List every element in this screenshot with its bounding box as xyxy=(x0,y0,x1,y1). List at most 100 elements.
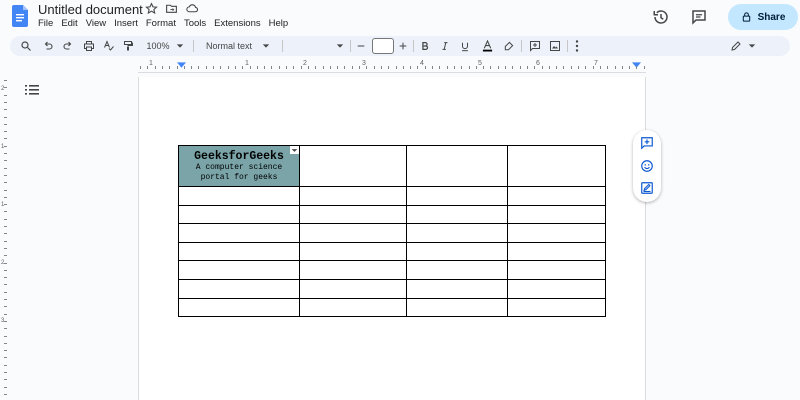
print-button[interactable] xyxy=(81,36,97,56)
ruler-tick xyxy=(4,364,7,366)
search-icon xyxy=(21,41,31,51)
menu-edit[interactable]: Edit xyxy=(57,17,81,31)
star-icon[interactable] xyxy=(145,2,159,16)
table-cell[interactable] xyxy=(507,204,606,225)
emoji-icon[interactable] xyxy=(640,159,654,173)
table-cell[interactable] xyxy=(507,278,606,299)
ruler-tick xyxy=(300,66,302,69)
highlight-button[interactable] xyxy=(500,36,516,56)
text-color-button[interactable] xyxy=(479,36,495,56)
ruler-tick xyxy=(4,218,7,220)
ruler-number: 6 xyxy=(536,60,540,67)
ruler-tick xyxy=(475,66,477,69)
redo-button[interactable] xyxy=(60,36,76,56)
spellcheck-button[interactable] xyxy=(101,36,117,56)
document-table[interactable]: GeeksforGeeks A computer science portal … xyxy=(178,145,606,318)
ruler-number: 7 xyxy=(594,60,598,67)
horizontal-ruler[interactable]: 1 1 2 3 4 5 6 7 xyxy=(138,60,646,72)
ruler-tick xyxy=(4,357,7,359)
ruler-tick xyxy=(4,138,7,140)
style-select[interactable]: Normal text xyxy=(198,36,278,56)
table-cell[interactable] xyxy=(406,297,508,318)
ruler-tick xyxy=(4,284,7,286)
docs-logo-icon[interactable] xyxy=(12,5,28,27)
table-cell[interactable] xyxy=(178,223,300,243)
vertical-ruler[interactable]: 2 1 1 2 3 xyxy=(0,78,10,400)
table-cell[interactable] xyxy=(406,278,508,299)
paint-format-button[interactable] xyxy=(120,36,136,56)
table-cell[interactable] xyxy=(507,297,606,318)
menu-format[interactable]: Format xyxy=(142,17,180,31)
more-options-button[interactable] xyxy=(570,36,584,56)
share-button[interactable]: Share xyxy=(728,4,798,30)
table-cell[interactable] xyxy=(178,204,300,225)
cloud-status-icon[interactable] xyxy=(185,2,199,16)
ruler-tick xyxy=(4,182,7,184)
table-cell[interactable] xyxy=(406,204,508,225)
suggest-edit-icon[interactable] xyxy=(640,181,654,195)
ruler-tick xyxy=(4,269,7,271)
menu-tools[interactable]: Tools xyxy=(180,17,210,31)
folder-move-icon[interactable] xyxy=(165,2,179,16)
increase-font-size-button[interactable] xyxy=(396,36,410,56)
outline-icon[interactable] xyxy=(25,84,39,96)
table-cell[interactable] xyxy=(299,145,407,187)
history-icon[interactable] xyxy=(652,8,670,26)
table-cell[interactable] xyxy=(507,145,606,187)
ruler-tick xyxy=(497,66,499,69)
table-cell[interactable] xyxy=(406,186,508,206)
table-cell[interactable] xyxy=(299,204,407,225)
font-size-input[interactable] xyxy=(372,38,394,54)
table-cell[interactable] xyxy=(507,260,606,280)
table-cell[interactable] xyxy=(178,241,300,262)
undo-button[interactable] xyxy=(40,36,56,56)
share-label: Share xyxy=(757,11,786,23)
table-cell[interactable] xyxy=(299,241,407,262)
ruler-tick xyxy=(373,66,375,69)
editing-mode-button[interactable] xyxy=(728,36,758,56)
table-cell[interactable] xyxy=(178,278,300,299)
ruler-tick xyxy=(329,66,331,69)
table-cell[interactable] xyxy=(406,241,508,262)
table-cell[interactable] xyxy=(406,260,508,280)
chevron-down-icon xyxy=(748,44,756,48)
menu-extensions[interactable]: Extensions xyxy=(210,17,264,31)
bold-button[interactable] xyxy=(418,36,432,56)
table-cell[interactable] xyxy=(299,297,407,318)
ruler-tick xyxy=(4,372,7,373)
menu-file[interactable]: File xyxy=(38,17,57,31)
table-cell[interactable] xyxy=(406,223,508,243)
table-cell[interactable] xyxy=(299,278,407,299)
zoom-select[interactable]: 100% xyxy=(142,36,188,56)
table-cell[interactable] xyxy=(178,260,300,280)
table-cell-header[interactable]: GeeksforGeeks A computer science portal … xyxy=(178,145,300,187)
ruler-tick xyxy=(4,131,7,133)
menu-insert[interactable]: Insert xyxy=(110,17,142,31)
ruler-tick xyxy=(490,66,492,69)
document-title[interactable]: Untitled document xyxy=(38,2,143,17)
table-cell[interactable] xyxy=(299,223,407,243)
table-cell[interactable] xyxy=(507,241,606,262)
table-cell[interactable] xyxy=(507,223,606,243)
comment-icon[interactable] xyxy=(690,8,708,26)
ruler-tick xyxy=(4,350,7,352)
insert-comment-button[interactable] xyxy=(527,36,543,56)
table-cell[interactable] xyxy=(507,186,606,206)
ruler-tick xyxy=(4,80,7,81)
italic-button[interactable] xyxy=(438,36,452,56)
insert-image-button[interactable] xyxy=(547,36,563,56)
font-select[interactable] xyxy=(286,36,348,56)
menu-view[interactable]: View xyxy=(82,17,110,31)
menu-help[interactable]: Help xyxy=(265,17,293,31)
add-comment-icon[interactable] xyxy=(640,136,654,150)
table-cell[interactable] xyxy=(299,186,407,206)
table-cell[interactable] xyxy=(406,145,508,187)
decrease-font-size-button[interactable] xyxy=(354,36,368,56)
table-cell[interactable] xyxy=(178,186,300,206)
underline-button[interactable] xyxy=(458,36,472,56)
table-cell[interactable] xyxy=(178,297,300,318)
cell-menu-button[interactable] xyxy=(290,146,299,154)
ruler-tick xyxy=(483,66,485,69)
search-menus-button[interactable] xyxy=(18,36,34,56)
table-cell[interactable] xyxy=(299,260,407,280)
